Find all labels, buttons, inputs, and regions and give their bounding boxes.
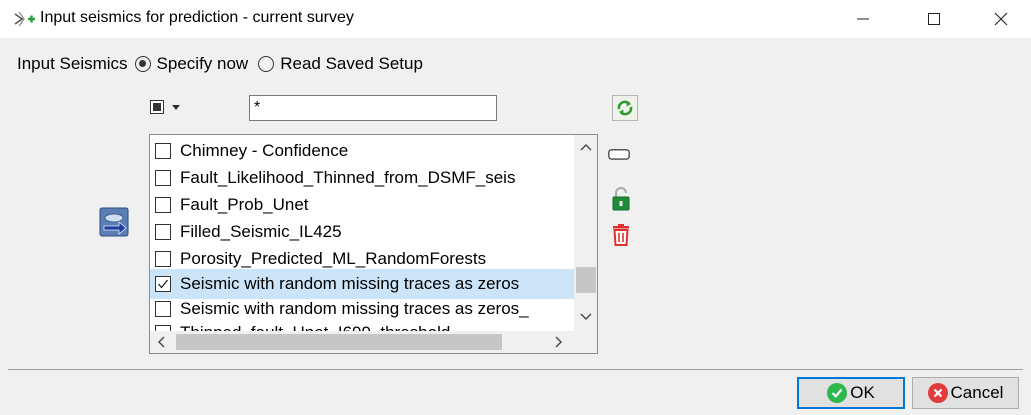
chevron-down-icon[interactable] [578, 311, 594, 321]
seismic-select-button[interactable] [99, 207, 129, 237]
item-checkbox[interactable] [155, 170, 171, 186]
rename-button[interactable] [608, 143, 630, 165]
vertical-scroll-thumb[interactable] [576, 267, 596, 293]
list-item-label: Chimney - Confidence [180, 141, 349, 160]
refresh-icon [617, 100, 633, 116]
divider [8, 369, 1023, 370]
list-item-label: Fault_Prob_Unet [180, 195, 309, 214]
close-button[interactable] [978, 0, 1024, 38]
minimize-icon [857, 18, 869, 20]
list-item[interactable]: Fault_Prob_Unet [150, 190, 574, 220]
select-all-dropdown[interactable] [150, 97, 190, 117]
item-checkbox[interactable] [155, 224, 171, 240]
refresh-button[interactable] [612, 95, 638, 121]
x-circle-icon [927, 383, 948, 403]
seismic-select-icon [99, 207, 129, 237]
read-saved-setup-radio[interactable]: Read Saved Setup [258, 54, 423, 74]
list-item[interactable]: Filled_Seismic_IL425 [150, 217, 574, 247]
list-item-label: Porosity_Predicted_ML_RandomForests [180, 249, 487, 268]
specify-now-label[interactable]: Specify now [157, 54, 249, 74]
window-title: Input seismics for prediction - current … [40, 9, 354, 26]
rectangle-icon [608, 149, 630, 160]
chevron-down-icon[interactable] [172, 104, 180, 110]
input-seismics-label: Input Seismics [17, 54, 128, 73]
maximize-icon [928, 13, 940, 25]
item-checkbox[interactable] [155, 197, 171, 213]
read-saved-setup-label[interactable]: Read Saved Setup [280, 54, 423, 74]
add-seismic-icon [14, 10, 36, 28]
unlock-icon [612, 187, 630, 211]
ok-button[interactable]: OK [797, 377, 905, 409]
list-item-label: Fault_Likelihood_Thinned_from_DSMF_seis [180, 168, 516, 187]
delete-button[interactable] [610, 224, 632, 246]
filter-input[interactable] [249, 95, 497, 121]
list-item-label: Seismic with random missing traces as ze… [180, 299, 529, 318]
unlock-button[interactable] [610, 187, 632, 211]
horizontal-scroll-thumb[interactable] [176, 334, 502, 350]
list-item[interactable]: Chimney - Confidence [150, 136, 574, 166]
title-bar: Input seismics for prediction - current … [0, 0, 1031, 38]
item-checkbox-checked[interactable] [155, 276, 171, 292]
horizontal-scrollbar[interactable] [150, 331, 574, 353]
list-item-label: Seismic with random missing traces as ze… [180, 274, 520, 293]
list-item[interactable]: Fault_Likelihood_Thinned_from_DSMF_seis [150, 163, 574, 193]
close-icon [994, 12, 1008, 26]
minimize-button[interactable] [840, 0, 886, 38]
cancel-button[interactable]: Cancel [912, 377, 1019, 409]
chevron-left-icon[interactable] [157, 336, 167, 348]
cancel-label: Cancel [950, 383, 1004, 402]
vertical-scrollbar[interactable] [574, 135, 597, 331]
item-checkbox[interactable] [155, 143, 171, 159]
scrollbar-corner [574, 331, 597, 353]
ok-label: OK [850, 383, 875, 402]
radio-checked-icon[interactable] [134, 56, 151, 72]
item-checkbox[interactable] [155, 251, 171, 267]
trash-icon [613, 224, 629, 246]
checkmark-icon [158, 279, 169, 289]
maximize-button[interactable] [911, 0, 957, 38]
list-item-label: Filled_Seismic_IL425 [180, 222, 342, 241]
input-seismics-row: Input Seismics Specify now Read Saved Se… [17, 52, 423, 76]
chevron-right-icon[interactable] [553, 336, 563, 348]
check-circle-icon [827, 383, 848, 403]
seismic-list[interactable]: Chimney - Confidence Fault_Likelihood_Th… [149, 134, 598, 354]
select-all-checkbox[interactable] [150, 100, 164, 114]
chevron-up-icon[interactable] [578, 143, 594, 153]
item-checkbox[interactable] [155, 301, 171, 317]
radio-unchecked-icon[interactable] [258, 56, 275, 72]
specify-now-radio[interactable]: Specify now [134, 54, 249, 74]
